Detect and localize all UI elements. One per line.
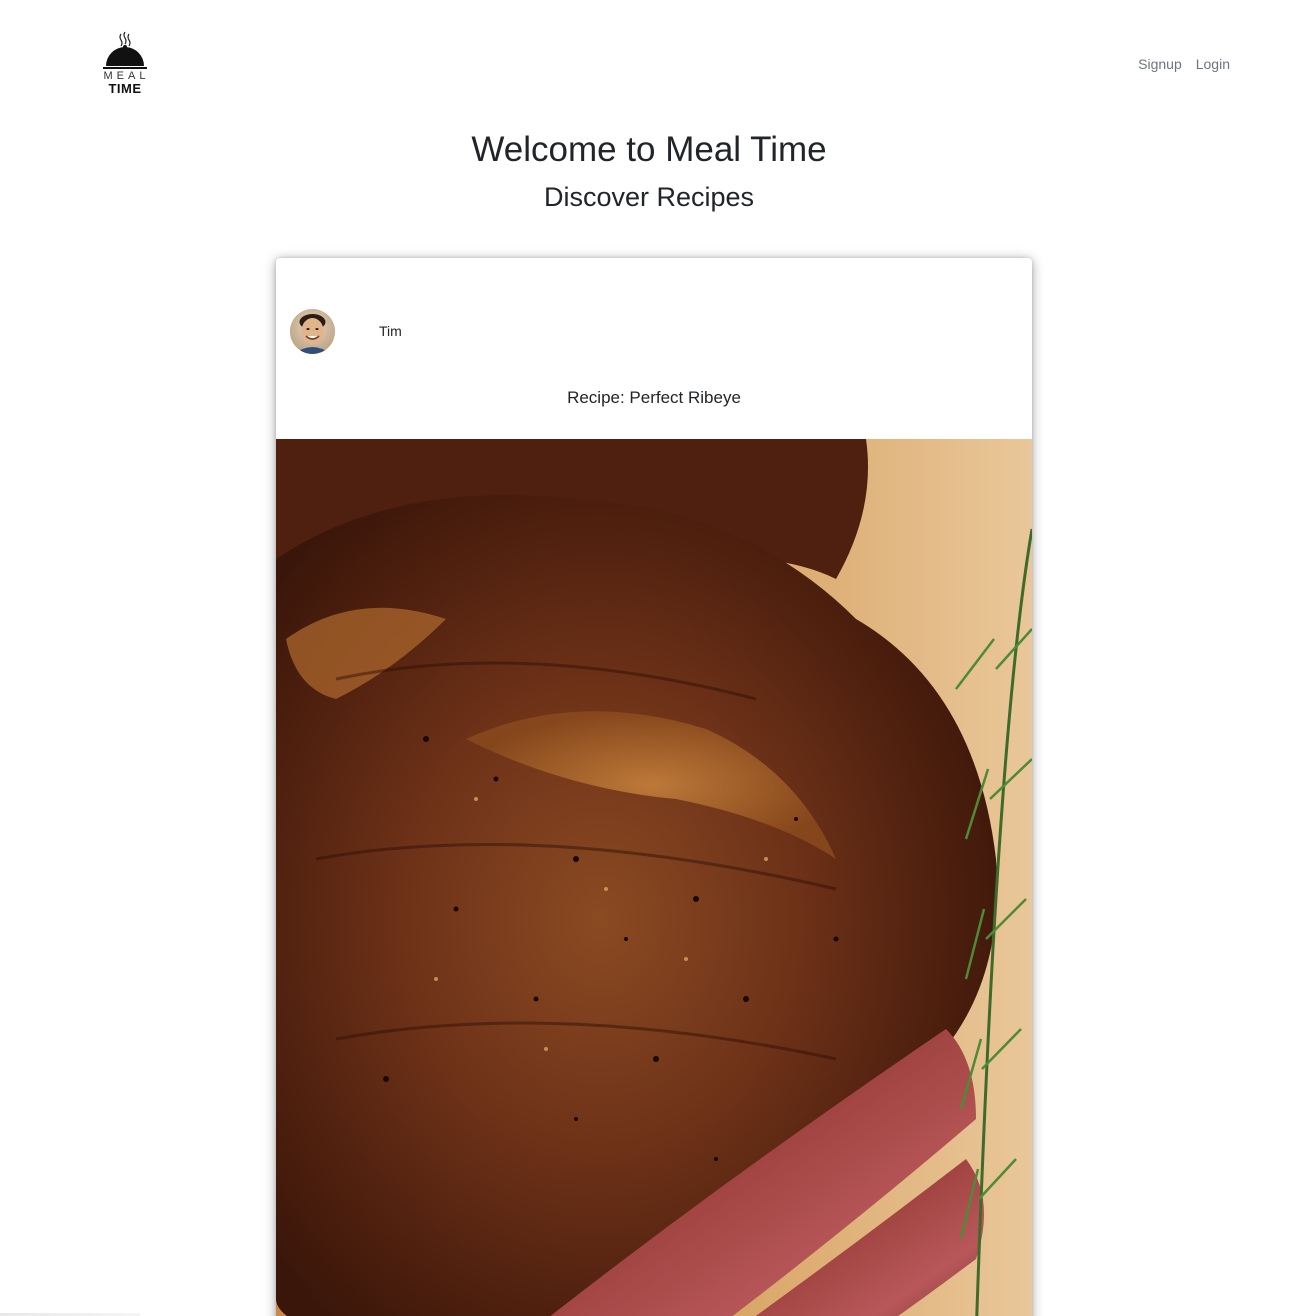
recipe-image[interactable] bbox=[276, 439, 1032, 1316]
recipe-title[interactable]: Recipe: Perfect Ribeye bbox=[276, 388, 1032, 408]
brand-logo[interactable]: MEAL TIME bbox=[100, 30, 150, 102]
page-title: Welcome to Meal Time bbox=[471, 130, 827, 169]
avatar bbox=[290, 308, 335, 354]
signup-link[interactable]: Signup bbox=[1138, 56, 1182, 72]
recipe-card[interactable]: Tim Recipe: Perfect Ribeye bbox=[276, 258, 1032, 1316]
login-link[interactable]: Login bbox=[1196, 56, 1230, 72]
top-nav: Signup Login bbox=[1138, 56, 1230, 72]
page-subtitle: Discover Recipes bbox=[543, 182, 755, 212]
page: MEAL TIME Signup Login Welcome to Meal T… bbox=[0, 0, 1298, 1316]
author-name[interactable]: Tim bbox=[379, 323, 402, 339]
brand-line2: TIME bbox=[108, 81, 142, 96]
card-author[interactable]: Tim bbox=[290, 308, 402, 354]
cloche-icon bbox=[103, 31, 147, 69]
